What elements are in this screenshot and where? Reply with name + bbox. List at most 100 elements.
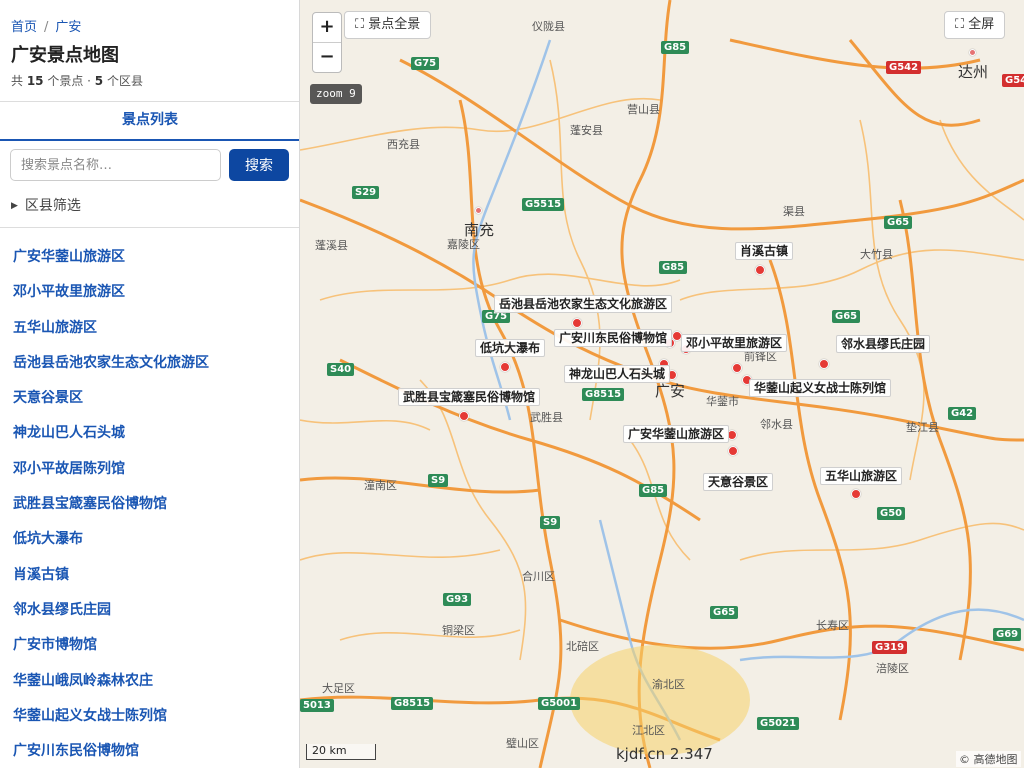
spot-count: 15 [26, 74, 44, 88]
stats-summary: 共 15 个景点 · 5 个区县 [11, 72, 143, 89]
urban-area [570, 645, 750, 755]
spot-list-item[interactable]: 广安川东民俗博物馆 [0, 734, 299, 768]
highway-shield: S9 [540, 516, 561, 529]
search-button[interactable]: 搜索 [229, 149, 289, 181]
place-label: 武胜县 [530, 411, 563, 424]
tab-spot-list[interactable]: 景点列表 [0, 102, 299, 141]
spot-marker-label[interactable]: 天意谷景区 [703, 473, 774, 491]
highway-shield: S9 [428, 474, 449, 487]
place-label: 铜梁区 [442, 624, 475, 637]
spot-list-item[interactable]: 武胜县宝箴塞民俗博物馆 [0, 487, 299, 522]
spot-marker[interactable] [732, 363, 742, 373]
spot-marker-label[interactable]: 邓小平故里旅游区 [681, 334, 788, 352]
spot-marker[interactable] [851, 489, 861, 499]
place-label: 潼南区 [364, 479, 397, 492]
highway-shield: G85 [661, 41, 690, 54]
map-view[interactable]: 仪陇县 营山县 蓬安县 西充县 南充 嘉陵区 蓬溪县 渠县 大竹县 达州 前锋区… [300, 0, 1024, 768]
spot-marker-label[interactable]: 广安川东民俗博物馆 [554, 329, 673, 347]
spot-marker-label[interactable]: 肖溪古镇 [735, 242, 794, 260]
spot-list-item[interactable]: 广安华蓥山旅游区 [0, 240, 299, 275]
place-label: 邻水县 [760, 418, 793, 431]
district-count: 5 [94, 74, 104, 88]
spot-marker-label[interactable]: 邻水县缪氏庄园 [836, 335, 931, 353]
spot-marker-label[interactable]: 神龙山巴人石头城 [564, 365, 671, 383]
spot-list-item[interactable]: 神龙山巴人石头城 [0, 416, 299, 451]
spot-marker[interactable] [755, 265, 765, 275]
highway-shield: G85 [659, 261, 688, 274]
search-input[interactable] [10, 149, 221, 181]
highway-shield: 5013 [300, 699, 334, 712]
fit-all-label: 景点全景 [368, 17, 421, 32]
highway-shield: G42 [948, 407, 977, 420]
highway-shield: S29 [352, 186, 380, 199]
breadcrumb-current-link[interactable]: 广安 [55, 20, 81, 35]
district-filter-toggle[interactable]: ▶ 区县筛选 [11, 195, 81, 215]
spot-list-item[interactable]: 邓小平故居陈列馆 [0, 452, 299, 487]
highway-shield: G65 [884, 216, 913, 229]
place-label: 西充县 [387, 138, 420, 151]
zoom-level-badge: zoom 9 [310, 84, 362, 104]
spot-list: 广安华蓥山旅游区 邓小平故里旅游区 五华山旅游区 岳池县岳池农家生态文化旅游区 … [0, 240, 299, 768]
spot-list-item[interactable]: 肖溪古镇 [0, 558, 299, 593]
place-label: 北碚区 [566, 640, 599, 653]
highway-shield: G93 [443, 593, 472, 606]
district-filter-label: 区县筛选 [24, 198, 81, 214]
highway-shield: G85 [639, 484, 668, 497]
map-copyright[interactable]: © 高德地图 [956, 751, 1021, 767]
spot-marker[interactable] [728, 446, 738, 456]
breadcrumb: 首页 / 广安 [11, 16, 81, 35]
zoom-in-button[interactable]: + [313, 13, 341, 43]
zoom-out-button[interactable]: − [313, 43, 341, 73]
spot-list-item[interactable]: 华蓥山起义女战士陈列馆 [0, 699, 299, 734]
spot-marker[interactable] [500, 362, 510, 372]
spot-list-item[interactable]: 邻水县缪氏庄园 [0, 593, 299, 628]
spot-list-item[interactable]: 天意谷景区 [0, 381, 299, 416]
spot-list-item[interactable]: 岳池县岳池农家生态文化旅游区 [0, 346, 299, 381]
spot-marker-label[interactable]: 华蓥山起义女战士陈列馆 [749, 379, 892, 397]
place-label: 蓬溪县 [315, 239, 348, 252]
place-label: 江北区 [632, 724, 665, 737]
spot-list-item[interactable]: 五华山旅游区 [0, 311, 299, 346]
highway-shield: G319 [872, 641, 908, 654]
spot-marker[interactable] [819, 359, 829, 369]
stats-districts-unit: 个区县 [103, 74, 143, 88]
scale-bar: 20 km [306, 744, 376, 760]
sidebar: 首页 / 广安 广安景点地图 共 15 个景点 · 5 个区县 景点列表 搜索 ▶ 区… [0, 0, 300, 768]
highway-shield: S40 [327, 363, 355, 376]
highway-shield: G5021 [757, 717, 800, 730]
fullscreen-button[interactable]: ⛶ 全屏 [944, 11, 1006, 39]
spot-marker[interactable] [572, 318, 582, 328]
breadcrumb-home-link[interactable]: 首页 [11, 20, 37, 35]
spot-marker[interactable] [459, 411, 469, 421]
place-label: 华蓥市 [706, 395, 739, 408]
highway-shield: G50 [877, 507, 906, 520]
spot-marker-label[interactable]: 广安华蓥山旅游区 [623, 425, 730, 443]
spot-marker-label[interactable]: 五华山旅游区 [820, 467, 903, 485]
spot-list-item[interactable]: 低坑大瀑布 [0, 522, 299, 557]
place-label: 垫江县 [906, 421, 939, 434]
highway-shield: G5001 [538, 697, 581, 710]
highway-shield: G8515 [391, 697, 434, 710]
spot-list-item[interactable]: 广安市博物馆 [0, 628, 299, 663]
page-title: 广安景点地图 [11, 45, 119, 66]
spot-list-item[interactable]: 华蓥山峨凤岭森林农庄 [0, 664, 299, 699]
highway-shield: G8515 [582, 388, 625, 401]
watermark: kjdf.cn 2.347 [616, 745, 713, 763]
stats-prefix: 共 [11, 74, 27, 88]
place-label: 大足区 [322, 682, 355, 695]
place-label: 达州 [958, 63, 989, 81]
spot-list-item[interactable]: 邓小平故里旅游区 [0, 275, 299, 310]
place-label: 渝北区 [652, 678, 685, 691]
spot-marker-label[interactable]: 岳池县岳池农家生态文化旅游区 [494, 295, 673, 313]
highway-shield: G65 [832, 310, 861, 323]
zoom-control: + − [312, 12, 342, 73]
highway-shield: G75 [411, 57, 440, 70]
fit-all-button[interactable]: ⛶ 景点全景 [344, 11, 432, 39]
city-dot [969, 49, 976, 56]
spot-marker-label[interactable]: 武胜县宝箴塞民俗博物馆 [398, 388, 541, 406]
spot-marker-label[interactable]: 低坑大瀑布 [475, 339, 546, 357]
expand-icon: ⛶ [355, 17, 365, 32]
place-label: 营山县 [627, 103, 660, 116]
highway-shield: G54 [1002, 74, 1024, 87]
divider [0, 227, 299, 228]
